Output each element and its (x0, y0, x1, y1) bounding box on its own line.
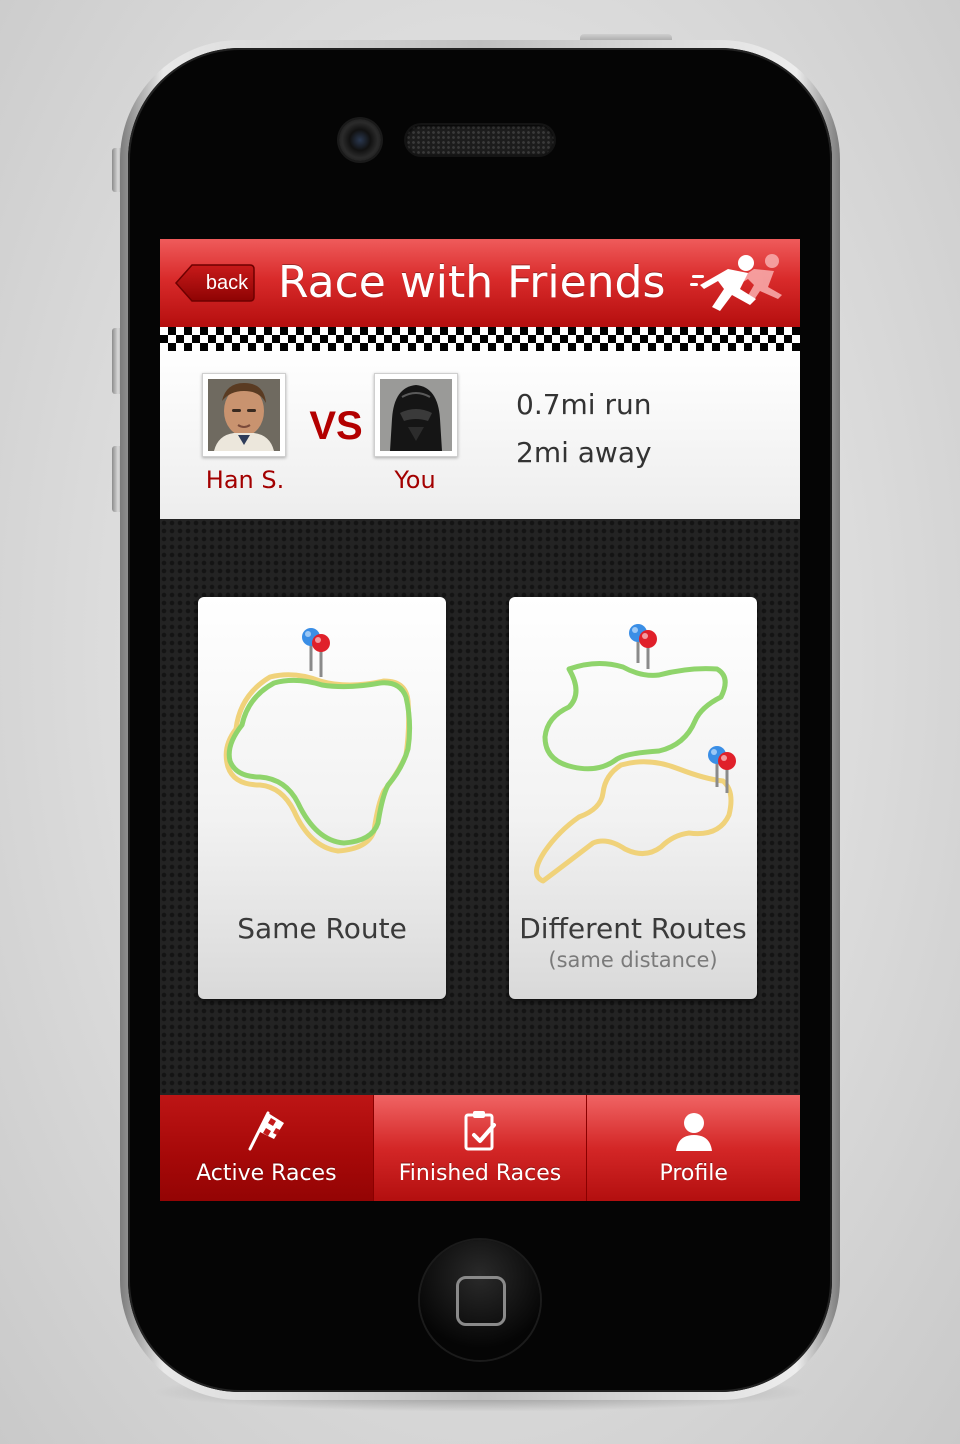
front-camera (339, 119, 381, 161)
player-avatar[interactable] (374, 373, 458, 457)
opponent-name: Han S. (205, 466, 285, 494)
different-routes-sublabel: (same distance) (548, 948, 718, 972)
race-proximity: 2mi away (516, 436, 652, 469)
checkered-flag-icon (248, 1111, 285, 1151)
darth-vader-avatar-image (380, 379, 452, 451)
tab-finished-races-label: Finished Races (398, 1161, 562, 1186)
stage: back Race with Friends Han S. VS You 0.7… (0, 0, 960, 1444)
same-route-map-icon (223, 628, 413, 854)
clipboard-check-icon (464, 1111, 496, 1151)
page-title: Race with Friends (278, 257, 666, 308)
same-route-label: Same Route (237, 912, 407, 945)
different-routes-label: Different Routes (519, 912, 747, 945)
tab-finished-races[interactable]: Finished Races (372, 1095, 587, 1201)
runner-icon (690, 254, 782, 311)
different-routes-map-icon (534, 624, 736, 884)
tab-profile[interactable]: Profile (586, 1095, 800, 1201)
person-icon (675, 1113, 712, 1151)
opponent-avatar[interactable] (202, 373, 286, 457)
han-solo-avatar-image (208, 379, 280, 451)
tab-active-races[interactable]: Active Races (160, 1095, 373, 1201)
back-label: back (205, 272, 249, 294)
tab-bar: Active Races Finished Races Profile (160, 1095, 800, 1201)
different-routes-option[interactable]: Different Routes (same distance) (509, 597, 757, 999)
same-route-option[interactable]: Same Route (198, 597, 446, 999)
player-name: You (394, 466, 436, 494)
back-button[interactable]: back (174, 263, 256, 303)
home-button[interactable] (420, 1240, 540, 1360)
race-matchup: Han S. VS You 0.7mi run 2mi away (160, 351, 800, 520)
nav-bar: back Race with Friends (160, 239, 800, 328)
route-options: Same Route Different Routes (same distan… (160, 519, 800, 1095)
tab-profile-label: Profile (659, 1161, 728, 1186)
app-screen: back Race with Friends Han S. VS You 0.7… (160, 239, 800, 1201)
checkered-strip (160, 327, 800, 351)
race-distance: 0.7mi run (516, 388, 652, 421)
earpiece-speaker (406, 125, 554, 155)
vs-label: VS (309, 404, 363, 448)
home-square-icon (456, 1276, 506, 1326)
tab-active-races-label: Active Races (196, 1161, 337, 1186)
